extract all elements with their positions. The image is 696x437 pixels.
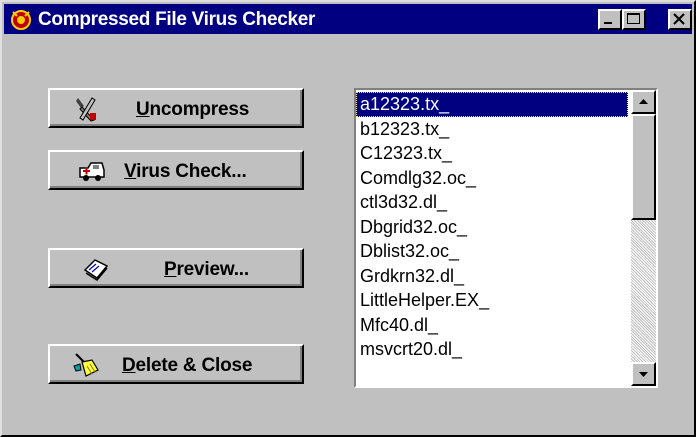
list-item[interactable]: b12323.tx_ bbox=[356, 117, 628, 142]
list-item[interactable]: Mfc40.dl_ bbox=[356, 313, 628, 338]
uncompress-label: Uncompress bbox=[136, 99, 250, 120]
uncompress-button[interactable]: Uncompress bbox=[48, 88, 304, 128]
broom-icon bbox=[73, 353, 99, 377]
list-item[interactable]: Comdlg32.oc_ bbox=[356, 166, 628, 191]
scroll-up-button[interactable] bbox=[631, 90, 656, 114]
maximize-icon bbox=[627, 13, 640, 24]
file-list-viewport: a12323.tx_ b12323.tx_ C12323.tx_ Comdlg32.o… bbox=[356, 90, 656, 386]
scroll-down-button[interactable] bbox=[631, 362, 656, 386]
delete-close-button[interactable]: Delete & Close bbox=[48, 344, 304, 384]
close-button[interactable] bbox=[668, 9, 692, 30]
app-window: Compressed File Virus Checker Uncompress… bbox=[0, 0, 696, 437]
virus-check-button[interactable]: Virus Check... bbox=[48, 150, 304, 190]
virus-check-label: Virus Check... bbox=[124, 161, 247, 182]
preview-button[interactable]: Preview... bbox=[48, 248, 304, 288]
tools-icon bbox=[76, 97, 96, 122]
list-item[interactable]: ctl3d32.dl_ bbox=[356, 190, 628, 215]
preview-label: Preview... bbox=[164, 259, 249, 280]
file-list: a12323.tx_ b12323.tx_ C12323.tx_ Comdlg32.o… bbox=[356, 92, 628, 362]
arrow-down-icon bbox=[639, 372, 648, 377]
list-item[interactable]: LittleHelper.EX_ bbox=[356, 288, 628, 313]
ambulance-icon bbox=[79, 162, 105, 181]
vertical-scrollbar[interactable] bbox=[631, 90, 656, 386]
window-title: Compressed File Virus Checker bbox=[38, 9, 316, 30]
list-item[interactable]: a12323.tx_ bbox=[356, 92, 628, 117]
close-icon bbox=[673, 13, 685, 25]
minimize-button[interactable] bbox=[598, 9, 622, 30]
delete-close-label: Delete & Close bbox=[122, 355, 253, 376]
maximize-button[interactable] bbox=[622, 9, 646, 30]
list-item[interactable]: Dblist32.oc_ bbox=[356, 239, 628, 264]
minimize-icon bbox=[604, 22, 612, 24]
title-bar[interactable]: Compressed File Virus Checker bbox=[4, 4, 692, 34]
scroll-thumb[interactable] bbox=[631, 114, 656, 220]
list-item[interactable]: Dbgrid32.oc_ bbox=[356, 215, 628, 240]
list-item[interactable]: msvcrt20.dl_ bbox=[356, 337, 628, 362]
list-item[interactable]: Grdkrn32.dl_ bbox=[356, 264, 628, 289]
app-icon bbox=[11, 10, 31, 30]
book-icon bbox=[83, 259, 109, 281]
list-item[interactable]: C12323.tx_ bbox=[356, 141, 628, 166]
file-listbox[interactable]: a12323.tx_ b12323.tx_ C12323.tx_ Comdlg32.o… bbox=[354, 88, 658, 388]
arrow-up-icon bbox=[639, 99, 648, 104]
